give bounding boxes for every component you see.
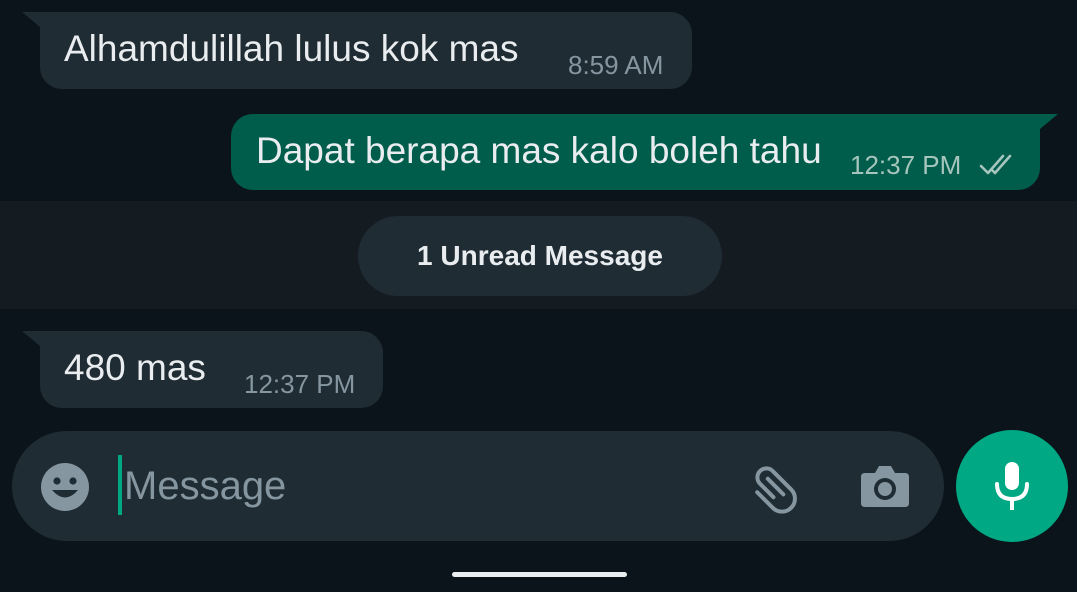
message-composer [12, 431, 944, 541]
chat-screen: Alhamdulillah lulus kok mas 8:59 AM Dapa… [0, 0, 1077, 592]
message-input[interactable] [124, 451, 724, 521]
bubble-tail [22, 12, 46, 32]
camera-icon[interactable] [859, 463, 911, 509]
message-time: 12:37 PM [244, 369, 356, 399]
microphone-icon [995, 462, 1029, 510]
message-text: Dapat berapa mas kalo boleh tahu [256, 130, 822, 171]
unread-message-badge: 1 Unread Message [358, 216, 722, 296]
message-time: 8:59 AM [568, 50, 664, 80]
home-gesture-handle[interactable] [452, 572, 627, 577]
double-check-icon [979, 154, 1012, 175]
message-bubble-incoming[interactable]: Alhamdulillah lulus kok mas 8:59 AM [22, 12, 692, 89]
message-bubble-outgoing[interactable]: Dapat berapa mas kalo boleh tahu 12:37 P… [231, 114, 1058, 190]
voice-record-button[interactable] [956, 430, 1068, 542]
message-text: Alhamdulillah lulus kok mas [64, 28, 519, 69]
text-cursor [118, 455, 122, 515]
bubble-tail [22, 331, 46, 351]
paperclip-icon[interactable] [748, 459, 806, 517]
message-bubble-incoming[interactable]: 480 mas 12:37 PM [22, 331, 383, 408]
emoji-icon[interactable] [39, 461, 91, 513]
bubble-tail [1034, 114, 1058, 134]
message-text: 480 mas [64, 347, 206, 388]
message-time: 12:37 PM [850, 150, 962, 180]
